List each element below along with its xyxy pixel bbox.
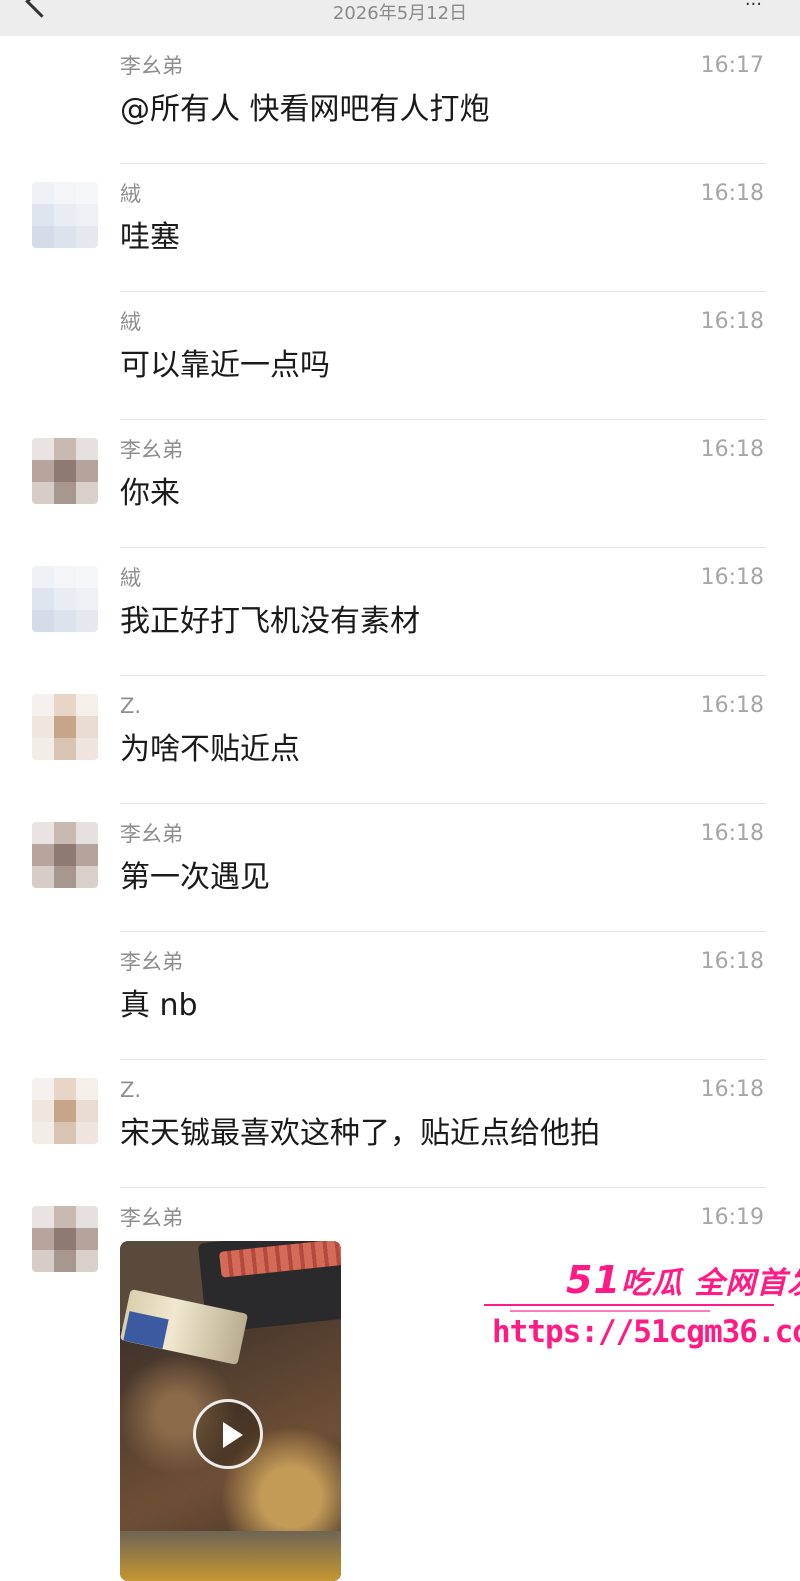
play-icon [223,1422,243,1448]
message-text: 为啥不贴近点 [120,732,300,767]
message-row[interactable]: 絨 16:18 我正好打飞机没有素材 [0,548,800,676]
message-text: @所有人 快看网吧有人打炮 [120,92,490,127]
message-time: 16:18 [700,693,764,718]
message-row[interactable]: 絨 16:18 哇塞 [0,164,800,292]
sender-name: 絨 [120,310,141,334]
sender-name: 李幺弟 [120,1206,183,1230]
watermark-line [510,1310,710,1312]
play-button[interactable] [193,1399,263,1469]
message-time: 16:19 [700,1205,764,1230]
message-row[interactable]: Z. 16:18 为啥不贴近点 [0,676,800,804]
message-time: 16:18 [700,309,764,334]
top-bar: 2026年5月12日 ··· [0,0,800,36]
watermark-line [484,1304,774,1306]
sender-name: 李幺弟 [120,822,183,846]
sender-name: Z. [120,1078,142,1102]
message-text: 宋天铖最喜欢这种了，贴近点给他拍 [120,1116,600,1151]
message-row[interactable]: 絨 16:18 可以靠近一点吗 [0,292,800,420]
message-text: 你来 [120,476,180,511]
message-time: 16:17 [700,53,764,78]
message-text: 哇塞 [120,220,180,255]
message-text: 第一次遇见 [120,860,270,895]
message-row[interactable]: 李幺弟 16:18 第一次遇见 [0,804,800,932]
history-date: 2026年5月12日 [332,3,468,24]
message-row[interactable]: 李幺弟 16:18 真 nb [0,932,800,1060]
message-time: 16:18 [700,949,764,974]
video-message-thumbnail[interactable] [120,1241,341,1581]
watermark-brand: 51吃瓜 全网首发 [566,1258,800,1302]
message-row[interactable]: 李幺弟 16:18 你来 [0,420,800,548]
avatar[interactable] [32,822,98,888]
message-text: 真 nb [120,988,198,1023]
avatar[interactable] [32,1206,98,1272]
message-row[interactable]: 李幺弟 16:17 @所有人 快看网吧有人打炮 [0,36,800,164]
avatar[interactable] [32,182,98,248]
video-frame-desk [120,1531,341,1581]
more-icon[interactable]: ··· [745,0,762,15]
avatar[interactable] [32,438,98,504]
message-text: 我正好打飞机没有素材 [120,604,420,639]
message-time: 16:18 [700,181,764,206]
message-time: 16:18 [700,821,764,846]
sender-name: 李幺弟 [120,950,183,974]
watermark-brand-text: 吃瓜 全网首发 [620,1266,800,1301]
message-time: 16:18 [700,565,764,590]
sender-name: 絨 [120,182,141,206]
sender-name: 李幺弟 [120,54,183,78]
message-row[interactable]: Z. 16:18 宋天铖最喜欢这种了，贴近点给他拍 [0,1060,800,1188]
watermark-url: https://51cgm36.com [492,1314,800,1350]
sender-name: 絨 [120,566,141,590]
watermark: 51吃瓜 全网首发 https://51cgm36.com [480,1258,800,1358]
sender-name: 李幺弟 [120,438,183,462]
avatar[interactable] [32,1078,98,1144]
message-time: 16:18 [700,1077,764,1102]
message-time: 16:18 [700,437,764,462]
sender-name: Z. [120,694,142,718]
avatar[interactable] [32,694,98,760]
watermark-brand-number: 51 [566,1258,621,1302]
avatar[interactable] [32,566,98,632]
message-text: 可以靠近一点吗 [120,348,330,383]
